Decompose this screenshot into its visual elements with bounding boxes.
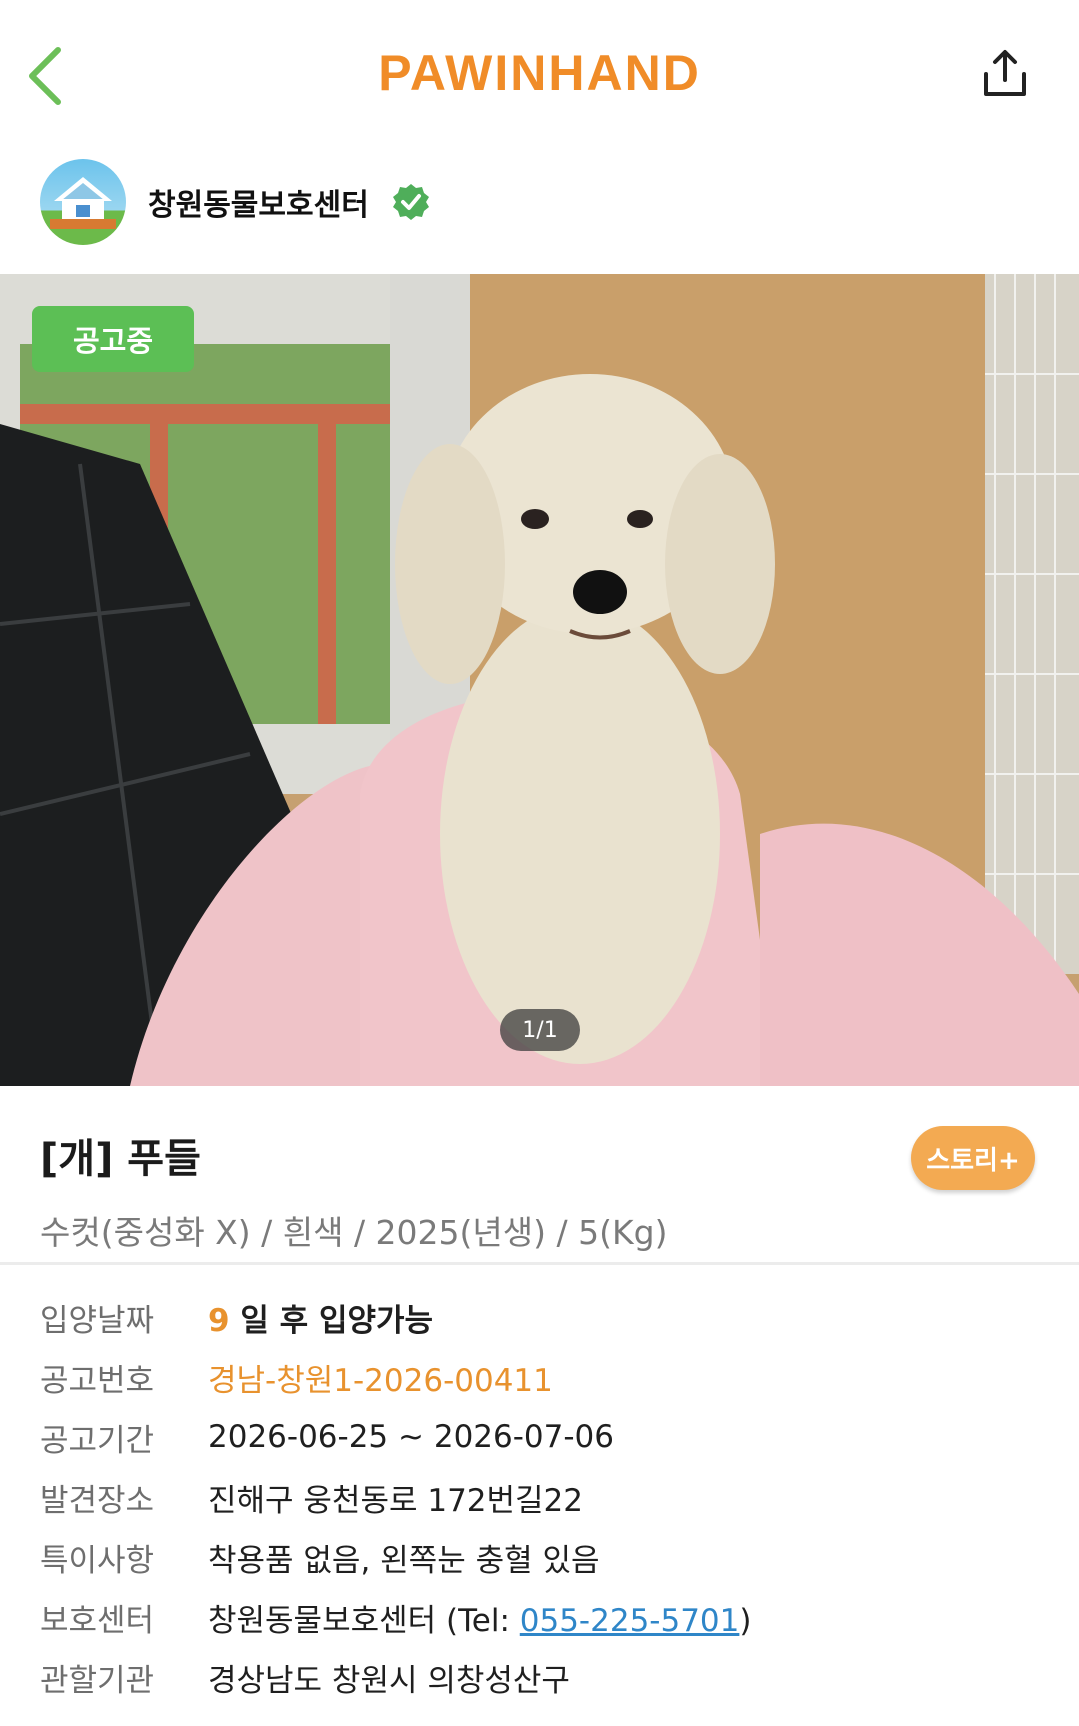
photo-counter: 1/1 bbox=[500, 1009, 580, 1051]
pet-summary: 수컷(중성화 X) / 흰색 / 2025(년생) / 5(Kg) bbox=[40, 1213, 668, 1252]
pet-title: [개] 푸들 bbox=[40, 1136, 201, 1182]
pet-title-block: [개] 푸들 수컷(중성화 X) / 흰색 / 2025(년생) / 5(Kg)… bbox=[0, 1086, 1079, 1262]
info-label: 특이사항 bbox=[40, 1542, 155, 1579]
info-label: 공고번호 bbox=[40, 1362, 155, 1399]
info-row-period: 공고기간 2026-06-25 ~ 2026-07-06 bbox=[40, 1407, 1039, 1467]
adoption-days-text: 일 후 입양가능 bbox=[229, 1302, 434, 1339]
brand-logo: PAWINHAND bbox=[378, 45, 701, 101]
info-label: 공고기간 bbox=[40, 1422, 155, 1459]
shelter-avatar bbox=[40, 159, 126, 245]
pet-photo-image bbox=[0, 274, 1079, 1086]
agency-value: 경상남도 창원시 의창성산구 bbox=[208, 1662, 570, 1699]
info-row-found: 발견장소 진해구 웅천동로 172번길22 bbox=[40, 1467, 1039, 1527]
house-icon bbox=[50, 177, 116, 229]
share-button[interactable] bbox=[975, 44, 1035, 104]
shelter-row[interactable]: 창원동물보호센터 bbox=[0, 130, 1079, 274]
info-row-notice: 공고번호 경남-창원1-2026-00411 bbox=[40, 1347, 1039, 1407]
info-label: 관할기관 bbox=[40, 1662, 155, 1699]
share-icon bbox=[984, 50, 1026, 96]
info-label: 보호센터 bbox=[40, 1602, 155, 1639]
adoption-days: 9 bbox=[208, 1302, 230, 1339]
shelter-contact-name: 창원동물보호센터 (Tel: bbox=[208, 1602, 520, 1639]
info-row-center: 보호센터 창원동물보호센터 (Tel: 055-225-5701) bbox=[40, 1587, 1039, 1647]
story-button[interactable]: 스토리+ bbox=[911, 1126, 1035, 1190]
special-notes: 착용품 없음, 왼쪽눈 충혈 있음 bbox=[208, 1542, 600, 1579]
verified-badge-icon bbox=[392, 184, 429, 220]
shelter-contact-suffix: ) bbox=[739, 1602, 752, 1639]
found-location: 진해구 웅천동로 172번길22 bbox=[208, 1482, 584, 1519]
info-label: 발견장소 bbox=[40, 1482, 155, 1519]
info-row-agency: 관할기관 경상남도 창원시 의창성산구 bbox=[40, 1647, 1039, 1707]
pet-photo[interactable]: 공고중 bbox=[0, 274, 1079, 1086]
status-badge: 공고중 bbox=[32, 306, 194, 372]
info-label: 입양날짜 bbox=[40, 1302, 155, 1339]
pet-info-table: 입양날짜 9 일 후 입양가능 공고번호 경남-창원1-2026-00411 공… bbox=[0, 1265, 1079, 1707]
shelter-name: 창원동물보호센터 bbox=[148, 188, 369, 223]
info-row-adoption: 입양날짜 9 일 후 입양가능 bbox=[40, 1287, 1039, 1347]
info-row-special: 특이사항 착용품 없음, 왼쪽눈 충혈 있음 bbox=[40, 1527, 1039, 1587]
notice-period: 2026-06-25 ~ 2026-07-06 bbox=[208, 1419, 614, 1455]
notice-number: 경남-창원1-2026-00411 bbox=[208, 1362, 553, 1399]
adoption-date-value: 9 일 후 입양가능 bbox=[208, 1295, 433, 1340]
shelter-contact: 창원동물보호센터 (Tel: 055-225-5701) bbox=[208, 1595, 751, 1640]
top-bar: PAWINHAND bbox=[0, 0, 1079, 130]
phone-link[interactable]: 055-225-5701 bbox=[520, 1603, 740, 1639]
